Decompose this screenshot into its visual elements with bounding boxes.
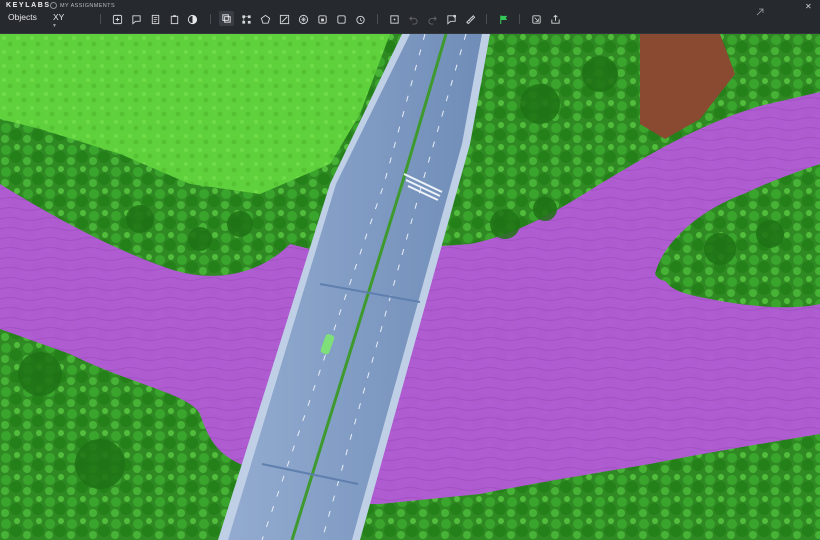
clipboard-icon[interactable] [168, 13, 180, 25]
chevron-down-icon[interactable]: ▼ [52, 23, 57, 29]
annotation-canvas[interactable] [0, 34, 820, 540]
redo-icon[interactable] [426, 13, 438, 25]
breadcrumb[interactable]: MY ASSIGNMENTS [50, 2, 115, 9]
polygon-icon[interactable] [259, 13, 271, 25]
share-icon[interactable] [549, 13, 561, 25]
bounding-box-icon[interactable] [219, 11, 234, 26]
objects-tab[interactable]: Objects [8, 12, 37, 22]
assignments-icon [50, 2, 57, 9]
axis-selector[interactable]: XY [53, 12, 64, 22]
toolbar-divider [519, 14, 520, 24]
cuboid-icon[interactable] [316, 13, 328, 25]
export-icon[interactable] [530, 13, 542, 25]
crosshair-icon[interactable] [388, 13, 400, 25]
toolbar-divider [377, 14, 378, 24]
contrast-icon[interactable] [186, 13, 198, 25]
flag-comment-icon[interactable] [445, 13, 457, 25]
ruler-icon[interactable] [464, 13, 476, 25]
toolbar-divider [100, 14, 101, 24]
toolbar-divider [210, 14, 211, 24]
square-icon[interactable] [335, 13, 347, 25]
mask-grid-icon[interactable] [297, 13, 309, 25]
keypoints-icon[interactable] [240, 13, 252, 25]
object-panel-icon[interactable] [111, 13, 123, 25]
brush-icon[interactable] [278, 13, 290, 25]
top-bar: KEYLABS MY ASSIGNMENTS Objects XY ▼ ✕ [0, 0, 820, 34]
close-icon[interactable]: ✕ [805, 2, 812, 11]
timer-icon[interactable] [354, 13, 366, 25]
document-icon[interactable] [149, 13, 161, 25]
breadcrumb-label: MY ASSIGNMENTS [60, 2, 116, 9]
toolbar-divider [486, 14, 487, 24]
aerial-image [0, 34, 820, 540]
undo-icon[interactable] [407, 13, 419, 25]
app-logo: KEYLABS [6, 2, 51, 9]
comment-icon[interactable] [130, 13, 142, 25]
window-restore-icon[interactable] [756, 3, 764, 16]
flag-icon[interactable] [497, 13, 509, 25]
